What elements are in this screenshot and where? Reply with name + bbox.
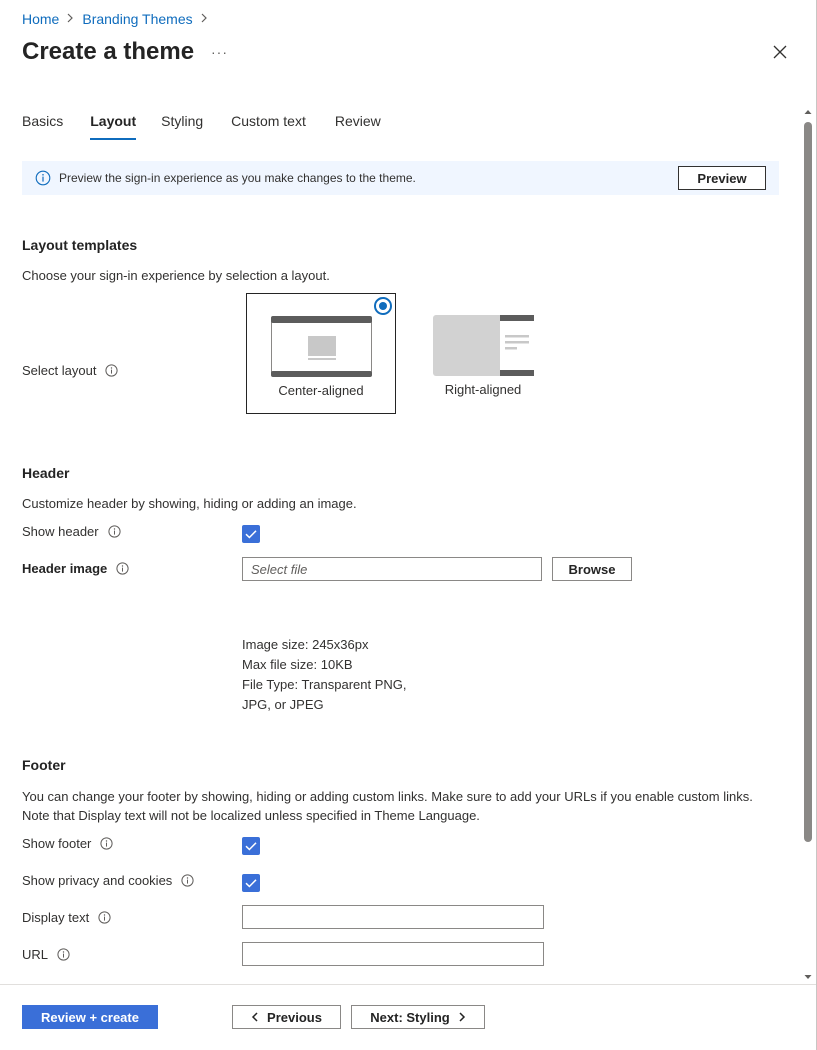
layout-option-label: Right-aligned [444, 382, 522, 397]
privacy-cookies-text: Show privacy and cookies [22, 873, 173, 888]
chevron-right-icon [459, 1012, 465, 1022]
browse-button[interactable]: Browse [552, 557, 632, 581]
info-bar-text: Preview the sign-in experience as you ma… [59, 171, 416, 185]
breadcrumb: Home Branding Themes [22, 11, 216, 27]
checkmark-icon [245, 530, 257, 539]
right-aligned-thumbnail [433, 315, 534, 376]
header-image-text: Header image [22, 561, 108, 576]
scroll-up-arrow[interactable] [803, 105, 813, 115]
show-header-text: Show header [22, 524, 99, 539]
select-layout-text: Select layout [22, 363, 97, 378]
layout-radio-selected[interactable] [374, 297, 392, 315]
info-icon[interactable] [116, 562, 129, 575]
show-header-label: Show header [22, 524, 121, 539]
spec-file-type: File Type: Transparent PNG, [242, 677, 407, 692]
tab-bar: Basics Layout Styling Custom text Review [22, 113, 381, 140]
privacy-cookies-checkbox[interactable] [242, 874, 260, 892]
show-footer-text: Show footer [22, 836, 92, 851]
breadcrumb-home-link[interactable]: Home [22, 11, 59, 27]
preview-button[interactable]: Preview [678, 166, 766, 190]
close-button[interactable] [770, 42, 790, 62]
url-text: URL [22, 947, 49, 962]
caret-down-icon [804, 975, 812, 979]
center-aligned-thumbnail [271, 316, 372, 377]
spec-max-file-size: Max file size: 10KB [242, 657, 353, 672]
tab-review[interactable]: Review [335, 113, 381, 139]
scroll-down-arrow[interactable] [803, 970, 813, 980]
tab-custom-text[interactable]: Custom text [231, 113, 306, 139]
select-layout-label: Select layout [22, 363, 119, 378]
tab-layout[interactable]: Layout [90, 113, 136, 140]
tab-styling[interactable]: Styling [161, 113, 203, 139]
close-icon [773, 45, 787, 59]
spec-image-size: Image size: 245x36px [242, 637, 369, 652]
checkmark-icon [245, 842, 257, 851]
tab-basics[interactable]: Basics [22, 113, 63, 139]
chevron-right-icon [67, 12, 74, 26]
chevron-left-icon [251, 1012, 258, 1022]
layout-option-right-aligned[interactable]: Right-aligned [408, 293, 558, 414]
url-label: URL [22, 947, 70, 962]
caret-up-icon [804, 110, 812, 114]
info-icon[interactable] [98, 911, 111, 924]
footer-description-line1: You can change your footer by showing, h… [22, 789, 753, 804]
scrollbar-thumb[interactable] [804, 122, 812, 842]
display-text-label: Display text [22, 910, 111, 925]
info-icon[interactable] [105, 364, 119, 377]
review-create-button[interactable]: Review + create [22, 1005, 158, 1029]
display-text-input[interactable] [242, 905, 544, 929]
footer-description-line2: Note that Display text will not be local… [22, 808, 480, 823]
breadcrumb-branding-themes-link[interactable]: Branding Themes [82, 11, 192, 27]
footer-section-title: Footer [22, 757, 66, 773]
show-header-checkbox[interactable] [242, 525, 260, 543]
layout-option-center-aligned[interactable]: Center-aligned [246, 293, 396, 414]
info-icon[interactable] [100, 837, 113, 850]
header-image-file-input[interactable]: Select file [242, 557, 542, 581]
layout-option-label: Center-aligned [278, 383, 364, 398]
show-footer-label: Show footer [22, 836, 113, 851]
header-section-title: Header [22, 465, 70, 481]
header-section-description: Customize header by showing, hiding or a… [22, 496, 357, 511]
info-bar: Preview the sign-in experience as you ma… [22, 161, 779, 195]
info-icon[interactable] [108, 525, 121, 538]
next-styling-button[interactable]: Next: Styling [351, 1005, 485, 1029]
display-text-text: Display text [22, 910, 90, 925]
page-title: Create a theme [22, 38, 195, 65]
url-input[interactable] [242, 942, 544, 966]
previous-button[interactable]: Previous [232, 1005, 341, 1029]
info-icon[interactable] [57, 948, 70, 961]
chevron-right-icon [201, 12, 208, 26]
next-label: Next: Styling [370, 1009, 450, 1025]
privacy-cookies-label: Show privacy and cookies [22, 873, 194, 888]
show-footer-checkbox[interactable] [242, 837, 260, 855]
panel-frame [0, 0, 817, 1050]
layout-templates-description: Choose your sign-in experience by select… [22, 268, 330, 283]
info-icon [35, 170, 51, 186]
info-icon[interactable] [181, 874, 194, 887]
spec-file-type-cont: JPG, or JPEG [242, 697, 324, 712]
checkmark-icon [245, 879, 257, 888]
header-image-label: Header image [22, 561, 129, 576]
more-options-button[interactable]: ··· [211, 44, 228, 60]
layout-templates-title: Layout templates [22, 237, 138, 253]
previous-label: Previous [267, 1009, 322, 1025]
